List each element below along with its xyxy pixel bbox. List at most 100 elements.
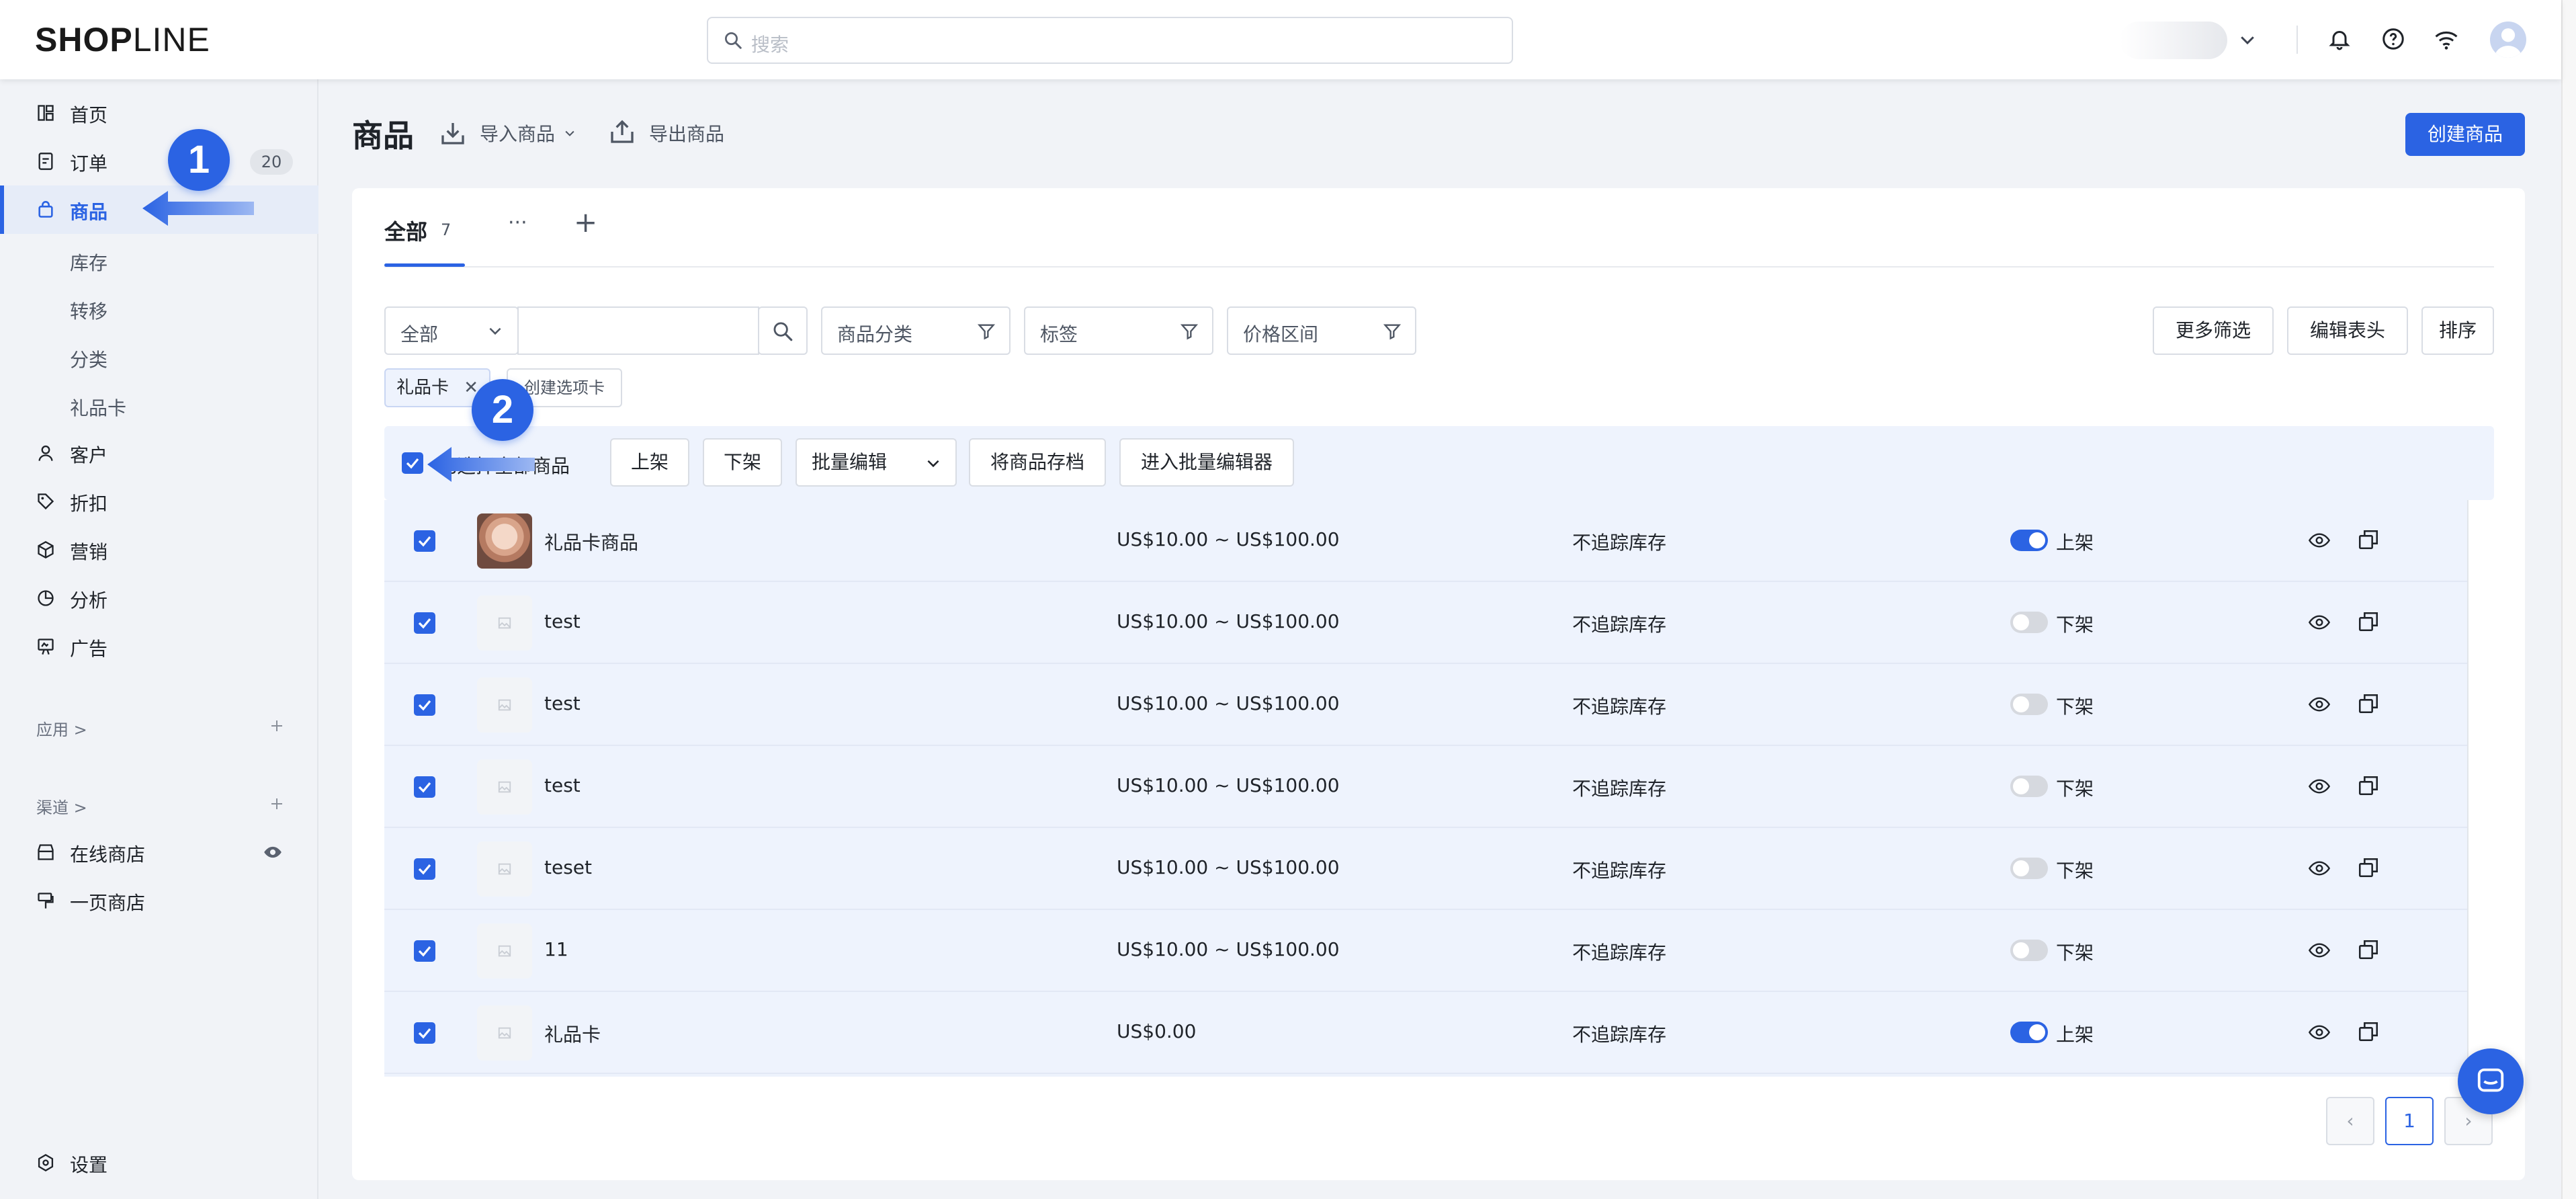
product-thumbnail[interactable] bbox=[477, 923, 532, 979]
add-tab-button[interactable]: + bbox=[574, 206, 597, 239]
copy-icon[interactable] bbox=[2357, 692, 2380, 715]
table-row[interactable]: test US$10.00 ~ US$100.00 不追踪库存 下架 bbox=[384, 582, 2467, 664]
product-thumbnail[interactable] bbox=[477, 841, 532, 897]
eye-icon[interactable] bbox=[2307, 776, 2331, 797]
sidebar-item-settings[interactable]: 设置 bbox=[0, 1139, 318, 1187]
product-thumbnail[interactable] bbox=[477, 513, 532, 569]
product-name[interactable]: teset bbox=[544, 856, 592, 878]
tab-more-button[interactable]: ··· bbox=[508, 211, 527, 235]
scope-select[interactable]: 全部 bbox=[384, 306, 519, 355]
table-scrollbar[interactable] bbox=[2467, 500, 2494, 1077]
product-thumbnail[interactable] bbox=[477, 677, 532, 733]
product-name[interactable]: test bbox=[544, 774, 581, 796]
product-name[interactable]: 11 bbox=[544, 938, 568, 960]
chat-support-button[interactable] bbox=[2458, 1048, 2524, 1114]
import-icon[interactable] bbox=[439, 120, 466, 147]
table-row[interactable]: test US$10.00 ~ US$100.00 不追踪库存 下架 bbox=[384, 746, 2467, 828]
page-scrollbar[interactable] bbox=[2561, 0, 2576, 1199]
sort-button[interactable]: 排序 bbox=[2421, 306, 2494, 355]
apps-section-title[interactable]: 应用 > bbox=[36, 716, 87, 740]
eye-icon[interactable] bbox=[2307, 694, 2331, 715]
eye-icon[interactable] bbox=[2307, 1022, 2331, 1043]
product-thumbnail[interactable] bbox=[477, 759, 532, 815]
product-name[interactable]: test bbox=[544, 610, 581, 632]
eye-icon[interactable] bbox=[2307, 530, 2331, 551]
product-name[interactable]: test bbox=[544, 692, 581, 714]
copy-icon[interactable] bbox=[2357, 938, 2380, 961]
more-filters-button[interactable]: 更多筛选 bbox=[2153, 306, 2274, 355]
sidebar-item-home[interactable]: 首页 bbox=[0, 89, 318, 137]
row-checkbox[interactable] bbox=[414, 940, 435, 962]
sidebar-item-online-store[interactable]: 在线商店 bbox=[0, 828, 318, 876]
eye-icon[interactable] bbox=[2307, 612, 2331, 633]
add-channel-icon[interactable] bbox=[269, 796, 285, 812]
export-products-link[interactable]: 导出商品 bbox=[649, 120, 724, 147]
product-name[interactable]: 礼品卡 bbox=[544, 1020, 601, 1047]
archive-products-button[interactable]: 将商品存档 bbox=[969, 438, 1106, 487]
publish-toggle[interactable] bbox=[2010, 612, 2048, 633]
table-row[interactable]: test US$10.00 ~ US$100.00 不追踪库存 下架 bbox=[384, 664, 2467, 746]
tab-all[interactable]: 全部 bbox=[384, 215, 427, 246]
search-input[interactable]: 搜索 bbox=[707, 17, 1513, 64]
product-name[interactable]: 礼品卡商品 bbox=[544, 528, 638, 555]
chevron-down-icon[interactable] bbox=[563, 126, 576, 140]
publish-toggle[interactable] bbox=[2010, 694, 2048, 715]
row-checkbox[interactable] bbox=[414, 530, 435, 552]
sidebar-subitem-transfer[interactable]: 转移 bbox=[70, 297, 108, 324]
price-range-filter[interactable]: 价格区间 bbox=[1227, 306, 1416, 355]
publish-button[interactable]: 上架 bbox=[610, 438, 689, 487]
chevron-down-icon[interactable] bbox=[2237, 30, 2258, 50]
table-row[interactable]: teset US$10.00 ~ US$100.00 不追踪库存 下架 bbox=[384, 828, 2467, 910]
sidebar-item-marketing[interactable]: 营销 bbox=[0, 526, 318, 574]
copy-icon[interactable] bbox=[2357, 1020, 2380, 1043]
bell-icon[interactable] bbox=[2327, 27, 2352, 51]
copy-icon[interactable] bbox=[2357, 528, 2380, 551]
eye-icon[interactable] bbox=[2307, 940, 2331, 961]
copy-icon[interactable] bbox=[2357, 856, 2380, 879]
publish-toggle[interactable] bbox=[2010, 776, 2048, 797]
avatar[interactable] bbox=[2490, 22, 2526, 58]
sidebar-item-analytics[interactable]: 分析 bbox=[0, 574, 318, 622]
row-checkbox[interactable] bbox=[414, 612, 435, 634]
sidebar-subitem-giftcard[interactable]: 礼品卡 bbox=[70, 394, 126, 421]
batch-edit-dropdown[interactable]: 批量编辑 bbox=[796, 438, 957, 487]
sidebar-item-orders[interactable]: 订单 20 bbox=[0, 137, 318, 185]
sidebar-subitem-inventory[interactable]: 库存 bbox=[70, 249, 108, 276]
import-products-link[interactable]: 导入商品 bbox=[480, 120, 555, 147]
store-switcher[interactable] bbox=[2120, 22, 2227, 59]
row-checkbox[interactable] bbox=[414, 1022, 435, 1044]
sidebar-item-customers[interactable]: 客户 bbox=[0, 429, 318, 477]
help-icon[interactable] bbox=[2381, 27, 2405, 51]
publish-toggle[interactable] bbox=[2010, 1022, 2048, 1043]
page-1-button[interactable]: 1 bbox=[2385, 1097, 2434, 1145]
tag-filter[interactable]: 标签 bbox=[1024, 306, 1213, 355]
row-checkbox[interactable] bbox=[414, 694, 435, 716]
select-all-checkbox[interactable] bbox=[402, 452, 423, 474]
copy-icon[interactable] bbox=[2357, 610, 2380, 633]
eye-icon[interactable] bbox=[2307, 858, 2331, 879]
copy-icon[interactable] bbox=[2357, 774, 2380, 797]
product-thumbnail[interactable] bbox=[477, 1005, 532, 1061]
sidebar-subitem-category[interactable]: 分类 bbox=[70, 345, 108, 372]
bulk-editor-button[interactable]: 进入批量编辑器 bbox=[1119, 438, 1294, 487]
eye-icon[interactable] bbox=[262, 843, 284, 862]
sidebar-item-discounts[interactable]: 折扣 bbox=[0, 477, 318, 526]
edit-columns-button[interactable]: 编辑表头 bbox=[2287, 306, 2408, 355]
add-app-icon[interactable] bbox=[269, 718, 285, 734]
prev-page-button[interactable]: ‹ bbox=[2326, 1097, 2374, 1145]
publish-toggle[interactable] bbox=[2010, 940, 2048, 961]
product-thumbnail[interactable] bbox=[477, 595, 532, 651]
row-checkbox[interactable] bbox=[414, 858, 435, 880]
filter-search-input[interactable] bbox=[517, 306, 759, 355]
channels-section-title[interactable]: 渠道 > bbox=[36, 794, 87, 818]
publish-toggle[interactable] bbox=[2010, 858, 2048, 879]
create-product-button[interactable]: 创建商品 bbox=[2405, 113, 2525, 156]
publish-toggle[interactable] bbox=[2010, 530, 2048, 551]
wifi-icon[interactable] bbox=[2434, 28, 2459, 51]
table-row[interactable]: 礼品卡商品 US$10.00 ~ US$100.00 不追踪库存 上架 bbox=[384, 500, 2467, 582]
sidebar-item-ads[interactable]: 广告 bbox=[0, 622, 318, 671]
filter-search-button[interactable] bbox=[758, 306, 808, 355]
unpublish-button[interactable]: 下架 bbox=[703, 438, 782, 487]
sidebar-item-one-page-store[interactable]: 一页商店 bbox=[0, 876, 318, 925]
row-checkbox[interactable] bbox=[414, 776, 435, 798]
